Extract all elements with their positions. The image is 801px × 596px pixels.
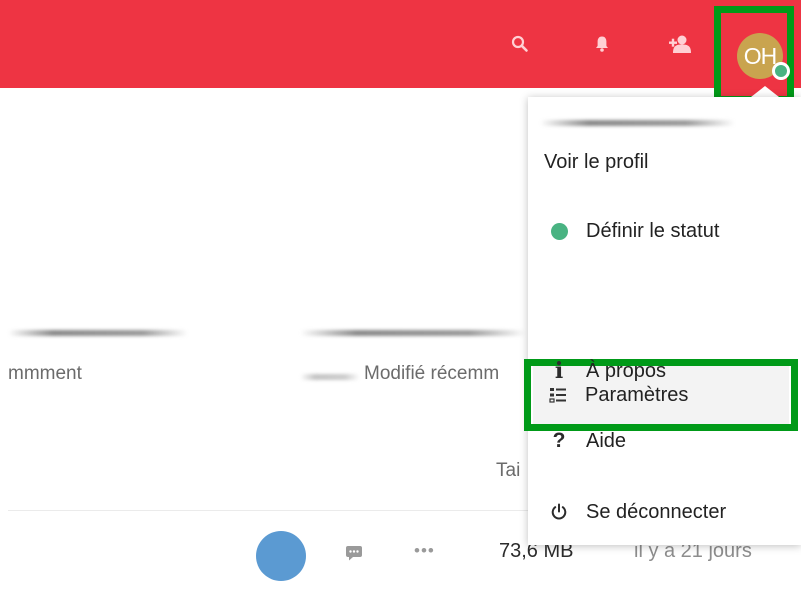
menu-item-logout[interactable]: Se déconnecter: [528, 482, 801, 542]
menu-item-label: Aide: [586, 429, 627, 452]
avatar-initials: OH: [743, 42, 777, 69]
comment-icon[interactable]: [345, 545, 363, 566]
menu-item-label: Voir le profil: [544, 150, 649, 173]
redacted-file-meta: [300, 374, 360, 380]
search-icon[interactable]: [504, 28, 536, 60]
more-options-icon[interactable]: •••: [414, 541, 435, 561]
power-icon: [546, 499, 572, 525]
menu-item-help[interactable]: ? Aide: [528, 411, 801, 471]
contacts-icon[interactable]: [664, 28, 696, 60]
menu-caret: [751, 86, 779, 97]
menu-item-label: Définir le statut: [586, 219, 720, 242]
column-header-partial: mmment: [8, 363, 82, 384]
info-icon: i: [554, 358, 564, 384]
menu-item-set-status[interactable]: Définir le statut: [528, 201, 801, 261]
column-header-size[interactable]: Tai: [496, 460, 520, 482]
status-indicator-icon: [772, 62, 790, 80]
status-dot-icon: [546, 218, 572, 244]
bell-icon[interactable]: [586, 28, 618, 60]
user-menu-toggle[interactable]: OH: [714, 6, 794, 103]
menu-item-label: À propos: [586, 359, 667, 382]
menu-item-profile[interactable]: Voir le profil: [528, 132, 801, 192]
column-header-modified[interactable]: Modifié récemm: [364, 363, 499, 385]
user-dropdown-menu: Voir le profil Définir le statut Paramèt…: [524, 97, 801, 545]
top-header-bar: OH: [0, 0, 801, 103]
menu-item-about[interactable]: i À propos: [528, 341, 801, 401]
row-divider: [8, 510, 528, 511]
redacted-file-name-2: [300, 330, 526, 336]
file-owner-avatar: [256, 531, 306, 581]
help-icon: ?: [552, 429, 566, 452]
redacted-file-name: [8, 330, 188, 336]
menu-item-label: Se déconnecter: [586, 500, 727, 523]
redacted-username: [540, 120, 735, 126]
